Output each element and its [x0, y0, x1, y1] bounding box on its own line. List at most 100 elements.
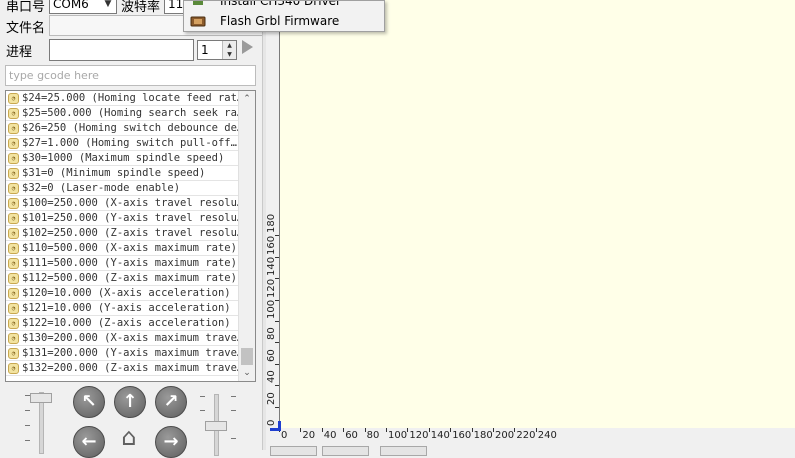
x-tick-label: 140 — [430, 430, 450, 441]
x-tick-label: 180 — [473, 430, 493, 441]
x-tick-label: 0 — [281, 430, 288, 441]
menu-item-install-driver[interactable]: Install CH340 Driver — [184, 0, 384, 11]
slider-tick — [200, 396, 205, 397]
x-tick — [493, 428, 494, 432]
y-tick-label: 180 — [266, 214, 277, 234]
log-text: $24=25.000 (Homing locate feed rat… — [22, 92, 239, 104]
x-tick-label: 100 — [388, 430, 408, 441]
control-panel: 串口号 COM6 ▼ 波特率 115 文件名 进程 1 ▲ ▼ ◔$24=25.… — [0, 0, 265, 458]
slider-tick — [25, 440, 30, 441]
slider-tick — [231, 396, 236, 397]
z-slider-thumb[interactable] — [205, 421, 227, 431]
scroll-up-icon[interactable]: ⌃ — [239, 91, 255, 107]
response-icon: ◔ — [8, 182, 19, 194]
log-text: $121=10.000 (Y-axis acceleration) — [22, 302, 231, 314]
x-tick — [300, 428, 302, 432]
port-select[interactable]: COM6 ▼ — [49, 0, 117, 14]
progress-row: 进程 — [6, 39, 32, 61]
scroll-down-icon[interactable]: ⌄ — [239, 365, 255, 381]
x-tick-label: 160 — [452, 430, 472, 441]
jog-left-button[interactable]: ← — [73, 426, 105, 458]
x-tick — [321, 428, 323, 432]
preview-area: 0 20 40 60 80 100 120 140 160 180 0 20 40 60 80 100 120… — [266, 0, 795, 450]
log-row: ◔ $27=1.000 (Homing switch pull-off… — [6, 136, 239, 151]
log-row: ◔ $32=0 (Laser-mode enable) — [6, 181, 239, 196]
log-text: $102=250.000 (Z-axis travel resolu… — [22, 227, 239, 239]
stepper-up-icon[interactable]: ▲ — [223, 41, 236, 50]
home-icon[interactable]: ⌂ — [114, 424, 144, 450]
menu-item-flash-firmware[interactable]: Flash Grbl Firmware — [184, 11, 384, 31]
x-tick — [428, 428, 430, 432]
menu-item-label: Flash Grbl Firmware — [220, 14, 340, 28]
log-row: ◔ $26=250 (Homing switch debounce de… — [6, 121, 239, 136]
x-ruler: 0 20 40 60 80 100 120 140 160 180 200 220 240 — [279, 428, 795, 441]
baud-row: 波特率 — [121, 0, 160, 16]
slider-tick — [200, 410, 205, 411]
slider-tick — [25, 425, 30, 426]
usb-driver-icon — [193, 1, 203, 5]
log-text: $27=1.000 (Homing switch pull-off… — [22, 137, 237, 149]
log-row: ◔ $122=10.000 (Z-axis acceleration) — [6, 316, 239, 331]
slider-tick — [25, 410, 30, 411]
log-row: ◔ $101=250.000 (Y-axis travel resolu… — [6, 211, 239, 226]
jog-up-button[interactable]: ↑ — [114, 386, 146, 418]
y-tick-label: 60 — [266, 349, 277, 362]
y-tick-label: 100 — [266, 299, 277, 319]
response-icon: ◔ — [8, 317, 19, 329]
log-text: $110=500.000 (X-axis maximum rate) — [22, 242, 237, 254]
jog-up-right-button[interactable]: ↗ — [155, 386, 187, 418]
repeat-count-stepper[interactable]: 1 ▲ ▼ — [197, 40, 237, 60]
bottom-button-1[interactable] — [270, 446, 317, 456]
log-text: $112=500.000 (Z-axis maximum rate) — [22, 272, 237, 284]
preview-canvas[interactable] — [279, 0, 795, 429]
log-row: ◔ $24=25.000 (Homing locate feed rat… — [6, 91, 239, 106]
baud-label: 波特率 — [121, 0, 161, 15]
scroll-thumb[interactable] — [241, 348, 253, 365]
y-tick-label: 40 — [266, 370, 277, 384]
x-tick — [407, 428, 409, 432]
stepper-down-icon[interactable]: ▼ — [223, 50, 236, 59]
menu-item-label: Install CH340 Driver — [220, 0, 341, 8]
response-icon: ◔ — [8, 152, 19, 164]
response-icon: ◔ — [8, 272, 19, 284]
response-icon: ◔ — [8, 302, 19, 314]
log-row: ◔ $121=10.000 (Y-axis acceleration) — [6, 301, 239, 316]
y-tick-label: 0 — [266, 419, 277, 426]
log-text: $32=0 (Laser-mode enable) — [22, 182, 181, 194]
y-ruler: 0 20 40 60 80 100 120 140 160 180 — [266, 0, 279, 441]
x-tick-label: 220 — [516, 430, 536, 441]
y-tick-label: 140 — [266, 257, 277, 277]
log-scrollbar[interactable]: ⌃ ⌄ — [238, 91, 255, 381]
log-text: $25=500.000 (Homing search seek ra… — [22, 107, 239, 119]
slider-tick — [231, 410, 236, 411]
log-row: ◔ $102=250.000 (Z-axis travel resolu… — [6, 226, 239, 241]
response-icon: ◔ — [8, 287, 19, 299]
response-icon: ◔ — [8, 362, 19, 374]
jog-right-button[interactable]: → — [155, 426, 187, 458]
gcode-input[interactable] — [5, 65, 256, 86]
jog-up-left-button[interactable]: ↖ — [73, 386, 105, 418]
log-text: $101=250.000 (Y-axis travel resolu… — [22, 212, 239, 224]
response-icon: ◔ — [8, 242, 19, 254]
bottom-button-2[interactable] — [322, 446, 369, 456]
arrow-up-right-icon: ↗ — [163, 391, 179, 412]
feed-slider-thumb[interactable] — [30, 393, 52, 403]
bottom-button-3[interactable] — [380, 446, 427, 456]
log-row: ◔ $30=1000 (Maximum spindle speed) — [6, 151, 239, 166]
response-icon: ◔ — [8, 167, 19, 179]
log-text: $31=0 (Minimum spindle speed) — [22, 167, 206, 179]
log-row: ◔ $100=250.000 (X-axis travel resolu… — [6, 196, 239, 211]
log-row: ◔ $110=500.000 (X-axis maximum rate) — [6, 241, 239, 256]
log-text: $132=200.000 (Z-axis maximum trave… — [22, 362, 239, 374]
play-icon[interactable] — [242, 40, 253, 54]
response-icon: ◔ — [8, 197, 19, 209]
response-icon: ◔ — [8, 257, 19, 269]
log-row: ◔ $111=500.000 (Y-axis maximum rate) — [6, 256, 239, 271]
arrow-right-icon: → — [163, 431, 179, 452]
port-row: 串口号 — [6, 0, 45, 16]
console-log: ◔ $24=25.000 (Homing locate feed rat… ◔ $25… — [5, 90, 256, 382]
x-tick-label: 240 — [537, 430, 557, 441]
log-text: $111=500.000 (Y-axis maximum rate) — [22, 257, 237, 269]
log-text: $100=250.000 (X-axis travel resolu… — [22, 197, 239, 209]
chevron-down-icon: ▼ — [104, 0, 112, 9]
